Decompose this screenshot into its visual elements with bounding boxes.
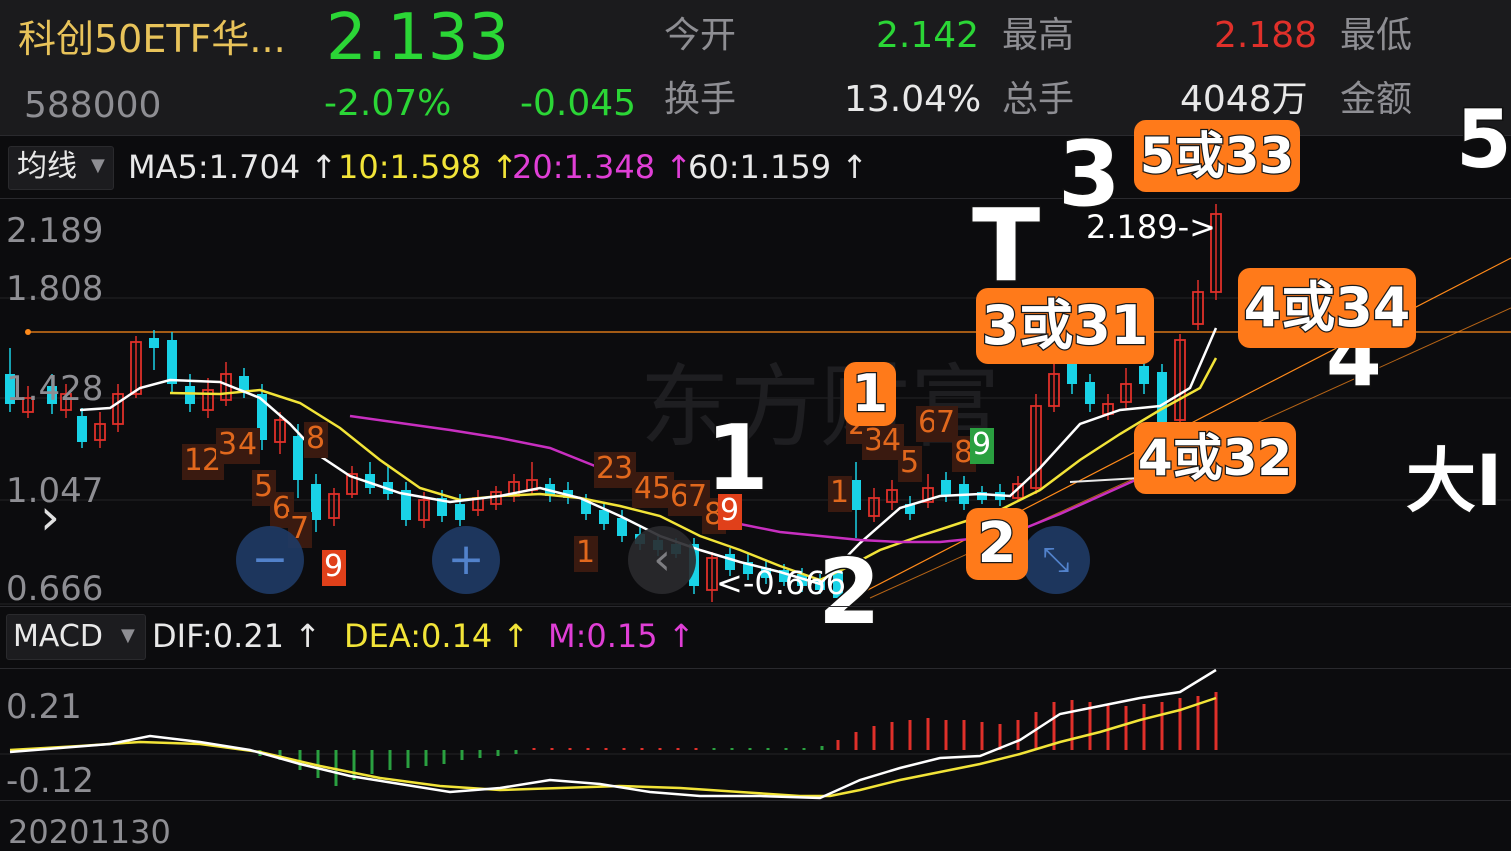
up-arrow-icon: ↑ [667, 617, 695, 655]
count-marker: 4 [238, 427, 258, 462]
quote-header: 科创50ETF华... 588000 2.133 -2.07% -0.045 今… [0, 0, 1511, 135]
candle-body [167, 340, 177, 384]
chevron-down-icon: ▼ [121, 625, 135, 646]
candle-body [1139, 366, 1149, 384]
open-label: 今开 [664, 15, 737, 56]
t-bar-label: T [970, 187, 1041, 304]
up-arrow-icon: ↑ [841, 148, 869, 186]
macd-axis-label: -0.12 [6, 761, 94, 801]
chevron-down-icon: ▼ [91, 155, 105, 176]
indicator-selector[interactable]: MACD ▼ [6, 614, 146, 660]
plus-icon: + [447, 534, 485, 585]
volume-label: 总手 [1002, 79, 1075, 120]
candlestick-chart[interactable]: 东方财富 2.189-> <-0.666 [0, 198, 1511, 606]
dif-value: DIF:0.21 ↑ [152, 617, 322, 655]
volume-value: 4048万 [1180, 79, 1308, 120]
up-arrow-icon: ↑ [502, 617, 530, 655]
ma20-value: 20:1.348 ↑ [512, 148, 693, 186]
m-value: M:0.15 ↑ [548, 617, 695, 655]
date-label: 20201130 [8, 813, 171, 851]
divider [0, 606, 1511, 607]
count-marker: 7 [936, 405, 956, 440]
open-value: 2.142 [876, 15, 980, 56]
turnover-value: 13.04% [844, 79, 982, 120]
annotation-4-or-34: 4或34 [1238, 268, 1416, 348]
high-value: 2.188 [1214, 15, 1318, 56]
up-arrow-icon: ↑ [294, 617, 322, 655]
wave-label-2: 2 [817, 540, 883, 645]
annotation-5-or-33: 5或33 [1134, 120, 1300, 192]
count-marker: 3 [614, 451, 634, 486]
candle-body [617, 518, 627, 536]
count-marker: 5 [900, 445, 920, 480]
price-axis-label: 2.189 [6, 211, 104, 251]
annotation-1: 1 [844, 362, 896, 426]
zoom-out-button[interactable]: − [236, 526, 304, 594]
candle-body [1157, 372, 1167, 422]
high-label: 最高 [1002, 15, 1075, 56]
change-percent: -2.07% [324, 83, 452, 124]
minus-icon: − [251, 534, 289, 585]
security-code: 588000 [24, 85, 162, 126]
count-marker: 1 [830, 475, 850, 510]
collapse-button[interactable]: ⤡ [1022, 526, 1090, 594]
count-marker: 1 [576, 535, 596, 570]
macd-axis-label: 0.21 [6, 687, 82, 727]
macd-chart[interactable] [0, 668, 1511, 800]
ma5-value: MA5:1.704 ↑ [128, 148, 338, 186]
candle-body [455, 504, 465, 520]
candle-body [599, 510, 609, 524]
annotation-4-or-32: 4或32 [1134, 422, 1296, 494]
price-axis-label: 1.808 [6, 269, 104, 309]
change-amount: -0.045 [520, 83, 637, 124]
candle-body [293, 436, 303, 480]
candle-body [1085, 382, 1095, 404]
candle-body [941, 480, 951, 496]
price-axis-label: 1.428 [6, 369, 104, 409]
candle-body [185, 386, 195, 404]
candle-body [311, 484, 321, 520]
ma-selector-label: 均线 [17, 149, 77, 184]
last-price: 2.133 [326, 1, 510, 75]
indicator-selector-label: MACD [13, 619, 103, 654]
candle-body [77, 416, 87, 442]
count-marker: 3 [218, 427, 238, 462]
count-marker: 8 [306, 421, 326, 456]
count-marker: 9 [324, 549, 344, 584]
annotation-2: 2 [966, 508, 1028, 580]
ma-selector[interactable]: 均线 ▼ [8, 146, 114, 190]
big-label: 大I [1404, 440, 1503, 522]
turnover-label: 换手 [664, 79, 737, 120]
prev-button[interactable]: ‹ [628, 526, 696, 594]
wave-label-1: 1 [705, 406, 771, 511]
ma60-value: 60:1.159 ↑ [688, 148, 869, 186]
price-axis-label: 0.666 [6, 569, 104, 609]
collapse-icon: ⤡ [1042, 540, 1070, 580]
divider [0, 800, 1511, 801]
reference-dot [25, 329, 31, 335]
count-marker: 9 [972, 427, 992, 462]
candle-body [149, 338, 159, 348]
dea-value: DEA:0.14 ↑ [344, 617, 530, 655]
wave-label-3: 3 [1057, 122, 1123, 227]
candle-body [851, 480, 861, 510]
up-arrow-icon: ↑ [310, 148, 338, 186]
wave-label-5: 5 [1455, 93, 1511, 186]
security-name[interactable]: 科创50ETF华... [18, 20, 286, 58]
low-label: 最低 [1340, 15, 1413, 56]
chevron-left-icon: ‹ [653, 534, 671, 585]
chevron-right-icon[interactable]: › [40, 492, 60, 542]
ma10-value: 10:1.598 ↑ [338, 148, 519, 186]
zoom-in-button[interactable]: + [432, 526, 500, 594]
annotation-3-or-31: 3或31 [976, 288, 1154, 364]
candle-body [1067, 364, 1077, 384]
amount-label: 金额 [1340, 79, 1413, 120]
